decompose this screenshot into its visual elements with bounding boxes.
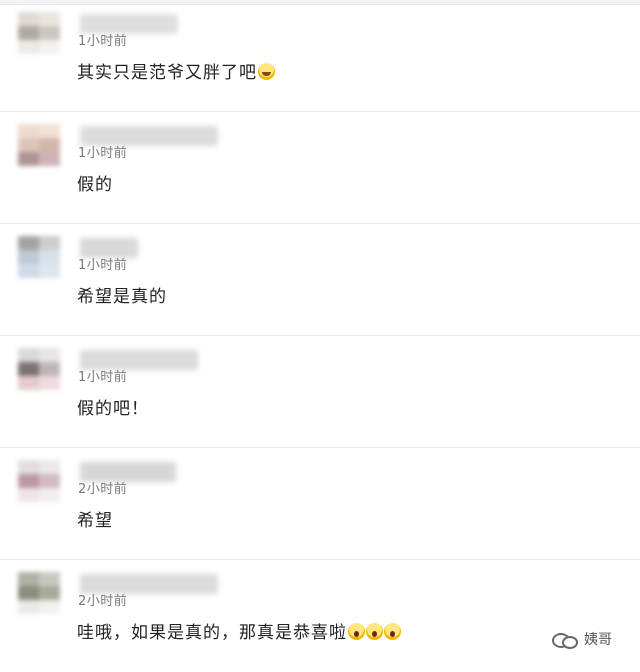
comment-body: 其实只是范爷又胖了吧 — [77, 63, 257, 83]
comment-text: 希望 — [77, 506, 113, 531]
comment-timestamp: 2小时前 — [78, 482, 128, 497]
avatar[interactable] — [18, 572, 60, 614]
shocked-face-emoji-icon — [348, 623, 365, 640]
comment-text: 假的吧！ — [77, 394, 149, 419]
comment-text: 其实只是范爷又胖了吧 — [77, 58, 275, 83]
avatar[interactable] — [18, 236, 60, 278]
comment-text: 假的 — [77, 170, 113, 195]
comment-text: 希望是真的 — [77, 282, 167, 307]
comment-item: 1小时前 希望是真的 — [0, 224, 640, 336]
comment-body: 希望 — [77, 511, 113, 531]
comment-timestamp: 1小时前 — [78, 370, 128, 385]
comment-item: 1小时前 假的 — [0, 112, 640, 224]
comment-text: 哇哦，如果是真的，那真是恭喜啦 — [77, 618, 401, 643]
comment-body: 假的 — [77, 175, 113, 195]
comment-body: 哇哦，如果是真的，那真是恭喜啦 — [77, 623, 347, 643]
shocked-face-emoji-icon — [384, 623, 401, 640]
avatar[interactable] — [18, 124, 60, 166]
avatar[interactable] — [18, 460, 60, 502]
comment-body: 希望是真的 — [77, 287, 167, 307]
avatar[interactable] — [18, 12, 60, 54]
comment-timestamp: 1小时前 — [78, 34, 128, 49]
comment-body: 假的吧！ — [77, 399, 149, 419]
shocked-face-emoji-icon — [366, 623, 383, 640]
watermark: 姨哥 — [552, 628, 612, 650]
comment-item: 2小时前 希望 — [0, 448, 640, 560]
comment-timestamp: 2小时前 — [78, 594, 128, 609]
laughing-face-emoji-icon — [258, 63, 275, 80]
comment-timestamp: 1小时前 — [78, 146, 128, 161]
wechat-icon — [552, 631, 578, 649]
comment-item: 2小时前 哇哦，如果是真的，那真是恭喜啦 — [0, 560, 640, 672]
comment-item: 1小时前 假的吧！ — [0, 336, 640, 448]
comment-timestamp: 1小时前 — [78, 258, 128, 273]
avatar[interactable] — [18, 348, 60, 390]
comment-item: 1小时前 其实只是范爷又胖了吧 — [0, 0, 640, 112]
watermark-label: 姨哥 — [584, 632, 612, 648]
